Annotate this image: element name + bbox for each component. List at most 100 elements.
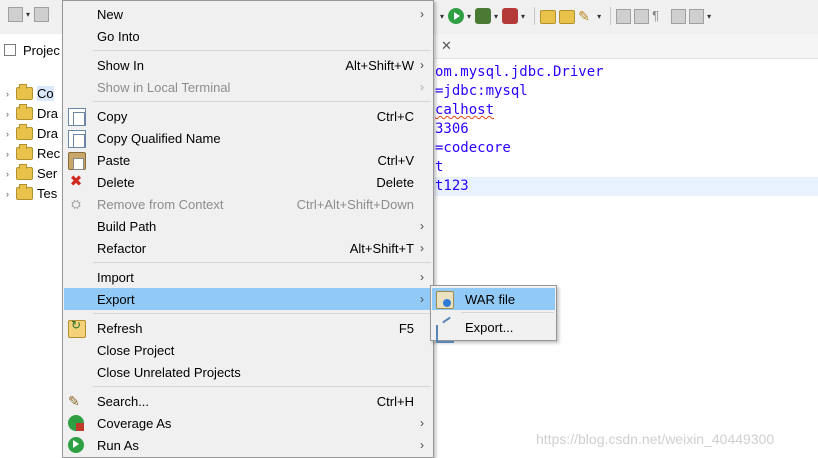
menu-item-coverage-as[interactable]: Coverage As › [64,412,432,434]
close-tab-icon[interactable]: ✕ [441,38,452,54]
expand-arrow-icon[interactable]: › [6,129,16,139]
search-icon: ✎ [68,393,80,409]
new-icon[interactable] [8,7,23,22]
menu-item-export-wizard[interactable]: Export... [432,316,555,343]
menu-item-label: Go Into [97,29,140,44]
copy-icon [68,108,86,126]
menu-item-shortcut: F5 [398,321,414,336]
menu-item-refresh[interactable]: Refresh F5 [64,317,432,339]
open-type-icon[interactable] [559,10,576,24]
menu-item-shortcut: Alt+Shift+W [345,58,414,73]
explorer-tab-label: Projec [23,42,60,58]
menu-item-copy-qualified-name[interactable]: Copy Qualified Name [64,127,432,149]
tree-item-label: Dra [37,106,58,121]
save-icon[interactable] [34,7,50,22]
menu-item-shortcut: Alt+Shift+T [349,241,414,256]
expand-arrow-icon[interactable]: › [6,189,16,199]
nav-icon[interactable] [689,8,705,24]
run-icon[interactable] [448,8,465,24]
run-icon [68,437,84,453]
code-line: t [435,159,444,175]
tree-item-label: Rec [37,146,61,161]
menu-item-import[interactable]: Import › [64,266,432,288]
edit-icon[interactable] [671,8,687,24]
tree-item-label: Ser [37,166,58,181]
tree-item[interactable]: › Co [6,84,54,103]
menu-item-close-unrelated-projects[interactable]: Close Unrelated Projects [64,361,432,383]
pilcrow-icon[interactable]: ¶ [652,8,668,24]
current-line-highlight [435,177,818,196]
menu-item-label: WAR file [465,292,516,307]
search-icon[interactable]: ✎ [578,8,594,24]
menu-item-run-as[interactable]: Run As › [64,434,432,456]
menu-item-war-file[interactable]: WAR file [432,288,555,310]
menu-item-refactor[interactable]: Refactor Alt+Shift+T › [64,237,432,259]
menu-separator [93,101,431,102]
code-line: 3306 [435,121,469,137]
war-file-icon [436,291,454,309]
expand-arrow-icon[interactable]: › [6,169,16,179]
menu-item-build-path[interactable]: Build Path › [64,215,432,237]
expand-arrow-icon[interactable]: › [6,149,16,159]
explorer-tab-icon [4,44,16,56]
menu-separator [461,312,554,313]
submenu-arrow-icon: › [420,416,424,430]
tree-item-label: Co [37,86,54,101]
menu-item-remove-from-context: ⛭ Remove from Context Ctrl+Alt+Shift+Down [64,193,432,215]
project-explorer: Projec › Co › Dra › Dra › Rec › Ser › Tes [0,34,62,458]
explorer-tab[interactable]: Projec [0,38,62,62]
debug-icon[interactable] [475,8,492,24]
menu-item-shortcut: Ctrl+H [376,394,414,409]
menu-separator [93,262,431,263]
tree-item[interactable]: › Dra [6,104,58,123]
code-line-text: =codecore [435,140,511,156]
toggle-mark-icon[interactable] [616,8,632,24]
context-menu: New › Go Into Show In Alt+Shift+W › Show in… [62,0,434,458]
open-folder-icon[interactable] [540,10,557,24]
paste-icon [68,152,86,170]
project-folder-icon [16,144,33,160]
menu-item-label: Close Unrelated Projects [97,365,241,380]
menu-item-label: Copy Qualified Name [97,131,221,146]
menu-item-search[interactable]: ✎ Search... Ctrl+H [64,390,432,412]
code-line: om.mysql.jdbc.Driver [435,64,604,80]
menu-item-label: Refresh [97,321,143,336]
menu-item-paste[interactable]: Paste Ctrl+V [64,149,432,171]
export-submenu: WAR file Export... [430,285,557,343]
tree-item[interactable]: › Ser [6,164,57,183]
menu-item-export[interactable]: Export › [64,288,432,310]
submenu-arrow-icon: › [420,270,424,284]
menu-item-label: Show In [97,58,144,73]
menu-item-label: Import [97,270,134,285]
editor-area[interactable]: ✕ om.mysql.jdbc.Driver =jdbc:mysql calho… [435,34,818,458]
menu-item-label: New [97,7,124,22]
menu-separator [93,386,431,387]
project-folder-icon [16,184,33,200]
tree-item[interactable]: › Rec [6,144,60,163]
submenu-arrow-icon: › [420,219,424,233]
menu-item-close-project[interactable]: Close Project [64,339,432,361]
menu-item-shortcut: Ctrl+V [377,153,414,168]
coverage-icon[interactable] [502,8,519,24]
expand-arrow-icon[interactable]: › [6,109,16,119]
project-folder-icon [16,84,33,100]
menu-item-new[interactable]: New › [64,3,432,25]
menu-item-show-in[interactable]: Show In Alt+Shift+W › [64,54,432,76]
menu-item-label: Export... [465,320,514,335]
copy-qualified-icon [68,130,86,148]
menu-item-delete[interactable]: ✖ Delete Delete [64,171,432,193]
tree-item[interactable]: › Dra [6,124,58,143]
project-folder-icon [16,164,33,180]
code-line: =jdbc:mysql [435,83,528,99]
submenu-arrow-icon: › [420,241,424,255]
menu-item-label: Export [97,292,135,307]
submenu-arrow-icon: › [420,292,424,306]
toggle-mark-icon[interactable] [634,8,650,24]
tree-item[interactable]: › Tes [6,184,57,203]
project-folder-icon [16,124,33,140]
submenu-arrow-icon: › [420,7,424,21]
menu-item-label: Run As [97,438,139,453]
expand-arrow-icon[interactable]: › [6,89,16,99]
menu-item-go-into[interactable]: Go Into [64,25,432,47]
menu-item-copy[interactable]: Copy Ctrl+C [64,105,432,127]
